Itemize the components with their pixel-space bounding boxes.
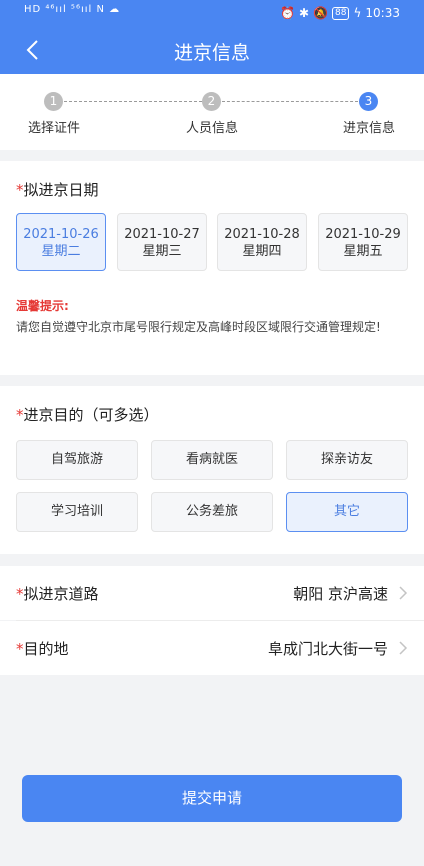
step-connector: [222, 101, 358, 102]
destination-value: 阜成门北大街一号: [267, 640, 388, 658]
purpose-option-business-trip[interactable]: 公务差旅: [151, 492, 273, 532]
route-label: *拟进京道路: [16, 585, 99, 603]
mute-icon: 🔕: [313, 6, 329, 20]
step-connector: [64, 101, 202, 102]
page-title: 进京信息: [173, 42, 250, 64]
purpose-option-medical[interactable]: 看病就医: [151, 440, 273, 480]
purpose-option-self-drive-tour[interactable]: 自驾旅游: [16, 440, 138, 480]
chevron-right-icon: [399, 641, 408, 655]
route-row[interactable]: *拟进京道路 朝阳 京沪高速: [0, 566, 424, 620]
tip-text: 请您自觉遵守北京市尾号限行规定及高峰时段区域限行交通管理规定!: [16, 320, 381, 334]
nav-bar: 进京信息: [0, 30, 424, 70]
purpose-section-title: *进京目的（可多选）: [16, 406, 159, 424]
step-1-indicator: 1: [44, 92, 63, 111]
status-bar: HD ⁴⁶ııl ⁵⁶ııl N ☁ ⏰ ✱ 🔕 88 ϟ 10:33: [0, 0, 424, 28]
date-option-1[interactable]: 2021-10-26 星期二: [16, 213, 106, 271]
step-2-indicator: 2: [202, 92, 221, 111]
date-option-3[interactable]: 2021-10-28 星期四: [217, 213, 307, 271]
step-progress: [0, 74, 424, 150]
chevron-right-icon: [399, 586, 408, 600]
date-option-2[interactable]: 2021-10-27 星期三: [117, 213, 207, 271]
date-option-4[interactable]: 2021-10-29 星期五: [318, 213, 408, 271]
purpose-option-other[interactable]: 其它: [286, 492, 408, 532]
bluetooth-icon: ✱: [299, 6, 310, 20]
purpose-option-visit-family[interactable]: 探亲访友: [286, 440, 408, 480]
submit-button[interactable]: 提交申请: [22, 775, 402, 822]
clock: 10:33: [365, 6, 400, 20]
step-3-indicator: 3: [359, 92, 378, 111]
route-value: 朝阳 京沪高速: [293, 585, 388, 603]
step-1-label: 选择证件: [28, 121, 81, 136]
status-right: ⏰ ✱ 🔕 88 ϟ 10:33: [280, 6, 400, 20]
destination-label: *目的地: [16, 640, 69, 658]
header: HD ⁴⁶ııl ⁵⁶ııl N ☁ ⏰ ✱ 🔕 88 ϟ 10:33 进京信息: [0, 0, 424, 74]
destination-row[interactable]: *目的地 阜成门北大街一号: [0, 621, 424, 675]
date-section-title: *拟进京日期: [16, 181, 99, 199]
tip-title: 温馨提示:: [16, 299, 69, 313]
signal-indicators: HD ⁴⁶ııl ⁵⁶ııl N ☁: [24, 4, 121, 15]
step-2-label: 人员信息: [186, 121, 239, 136]
alarm-icon: ⏰: [280, 6, 296, 20]
purpose-option-study[interactable]: 学习培训: [16, 492, 138, 532]
battery-icon: 88: [332, 6, 350, 20]
charging-icon: ϟ: [353, 6, 362, 20]
step-3-label: 进京信息: [343, 121, 396, 136]
